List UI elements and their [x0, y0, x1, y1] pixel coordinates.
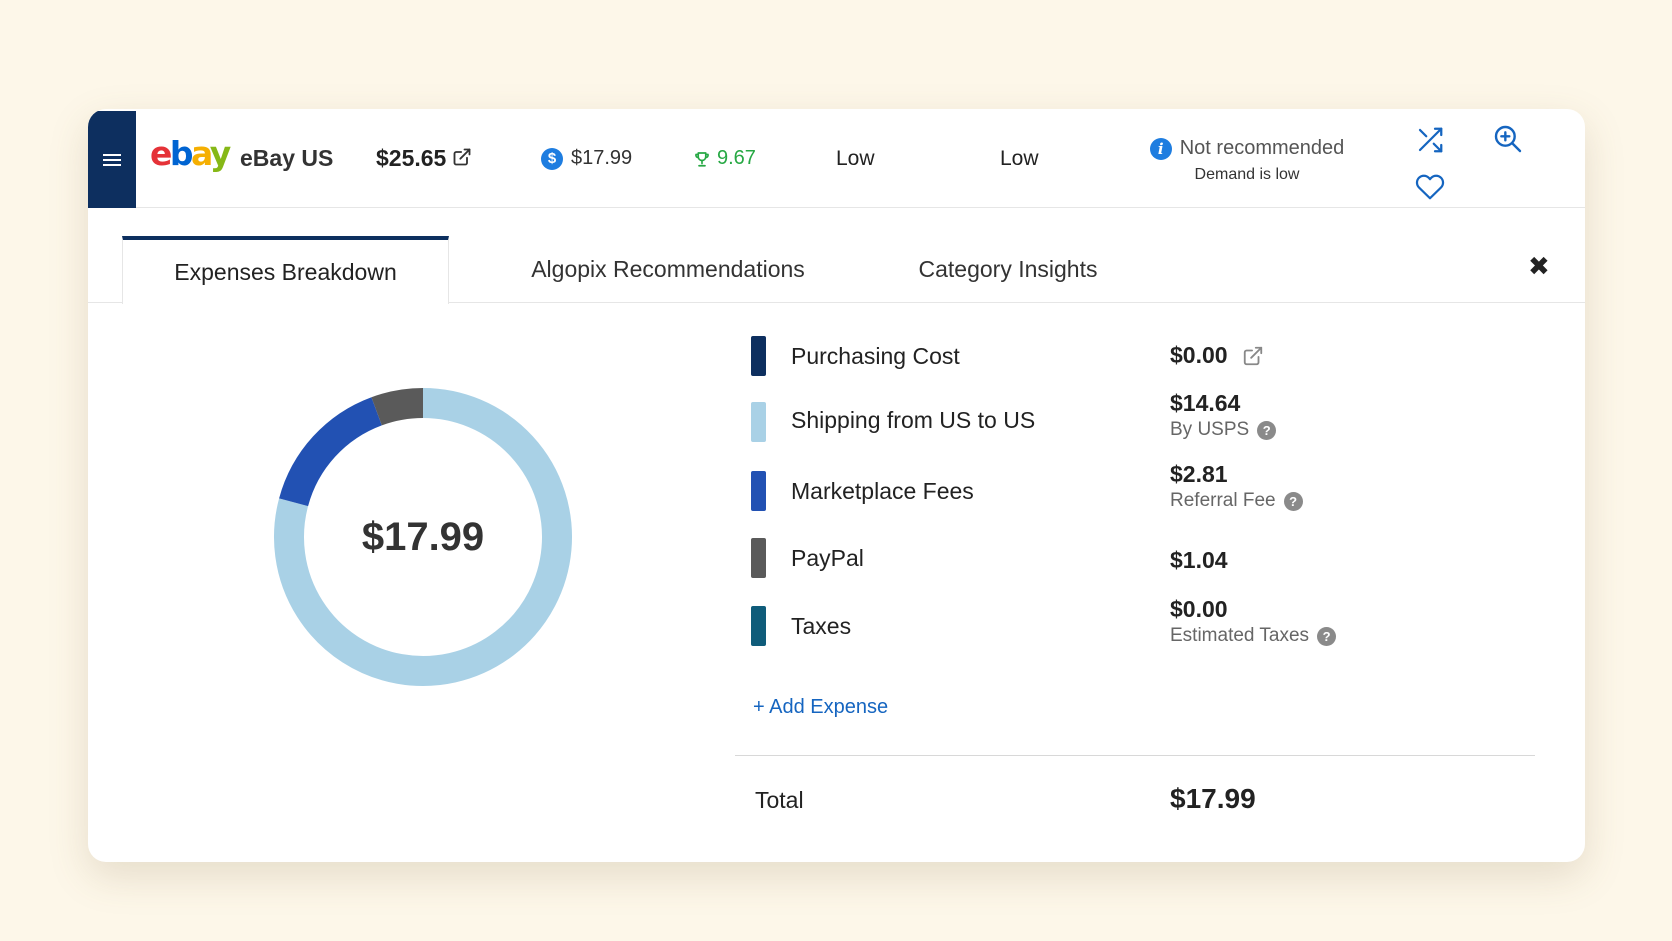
- donut-center-total: $17.99: [361, 514, 485, 559]
- demand-level: Low: [1000, 146, 1039, 170]
- shipping-amount: $14.64: [1170, 390, 1241, 416]
- menu-button[interactable]: [88, 111, 136, 208]
- paypal-amount: $1.04: [1170, 547, 1228, 573]
- marketplace-fees-label: Marketplace Fees: [791, 478, 974, 504]
- product-header: ebay eBay US $25.65 $ $17.99 9.67 Low Lo…: [88, 109, 1585, 208]
- purchasing-cost-value: $0.00: [1170, 342, 1264, 369]
- external-link-icon[interactable]: [452, 147, 472, 167]
- shipping-sub: By USPS ?: [1170, 419, 1277, 441]
- expenses-donut-chart: $17.99: [263, 377, 583, 697]
- total-cost-value: $17.99: [571, 147, 633, 169]
- purchasing-cost-label: Purchasing Cost: [791, 343, 960, 369]
- dollar-coin-icon: $: [541, 147, 563, 170]
- tab-expenses-breakdown[interactable]: Expenses Breakdown: [122, 236, 449, 304]
- purchasing-cost-amount: $0.00: [1170, 342, 1228, 368]
- marketplace-name: eBay US: [240, 145, 334, 171]
- shipping-carrier: By USPS: [1170, 419, 1250, 440]
- heart-icon: [1415, 174, 1445, 200]
- close-icon[interactable]: ✖: [1528, 253, 1550, 279]
- marketplace-fees-swatch: [751, 471, 766, 511]
- help-icon[interactable]: ?: [1257, 420, 1277, 440]
- marketplace-fees-type: Referral Fee: [1170, 490, 1276, 511]
- total-value: $17.99: [1170, 783, 1256, 814]
- ebay-logo: ebay: [150, 134, 231, 173]
- help-icon[interactable]: ?: [1317, 626, 1337, 646]
- taxes-swatch: [751, 606, 766, 646]
- taxes-label: Taxes: [791, 613, 852, 639]
- favorite-button[interactable]: [1414, 172, 1446, 202]
- taxes-type: Estimated Taxes: [1170, 625, 1310, 646]
- recommendation-status: i Not recommended Demand is low: [1138, 137, 1356, 184]
- help-icon[interactable]: ?: [1283, 491, 1303, 511]
- taxes-sub: Estimated Taxes ?: [1170, 625, 1337, 647]
- zoom-in-icon: [1494, 125, 1522, 153]
- expenses-panel: ebay eBay US $25.65 $ $17.99 9.67 Low Lo…: [88, 109, 1585, 862]
- recommendation-text: Not recommended: [1179, 137, 1345, 159]
- shuffle-button[interactable]: [1414, 125, 1446, 155]
- taxes-amount: $0.00: [1170, 596, 1228, 622]
- total-label: Total: [755, 787, 804, 813]
- purchasing-cost-swatch: [751, 336, 766, 376]
- profit: 9.67: [693, 109, 756, 208]
- shuffle-icon: [1418, 127, 1443, 153]
- external-link-icon[interactable]: [1242, 345, 1264, 367]
- paypal-label: PayPal: [791, 545, 864, 571]
- zoom-button[interactable]: [1492, 123, 1524, 155]
- info-icon[interactable]: i: [1149, 137, 1172, 160]
- recommendation-note: Demand is low: [1194, 166, 1300, 183]
- competition-level: Low: [836, 146, 875, 170]
- trophy-icon: [695, 151, 709, 167]
- listing-price[interactable]: $25.65: [376, 109, 472, 208]
- tab-algopix-recommendations[interactable]: Algopix Recommendations: [488, 236, 848, 303]
- profit-value: 9.67: [717, 147, 756, 169]
- shipping-label: Shipping from US to US: [791, 407, 1036, 433]
- shipping-swatch: [751, 402, 766, 442]
- hamburger-icon: [103, 151, 121, 169]
- marketplace-fees-sub: Referral Fee ?: [1170, 490, 1303, 512]
- tab-bar: Expenses Breakdown Algopix Recommendatio…: [88, 208, 1585, 304]
- total-divider: [735, 755, 1535, 756]
- marketplace-fees-amount: $2.81: [1170, 461, 1228, 487]
- total-cost: $ $17.99: [541, 109, 632, 208]
- add-expense-link[interactable]: + Add Expense: [753, 696, 888, 719]
- listing-price-value: $25.65: [376, 145, 447, 171]
- tab-category-insights[interactable]: Category Insights: [878, 236, 1138, 303]
- paypal-swatch: [751, 538, 766, 578]
